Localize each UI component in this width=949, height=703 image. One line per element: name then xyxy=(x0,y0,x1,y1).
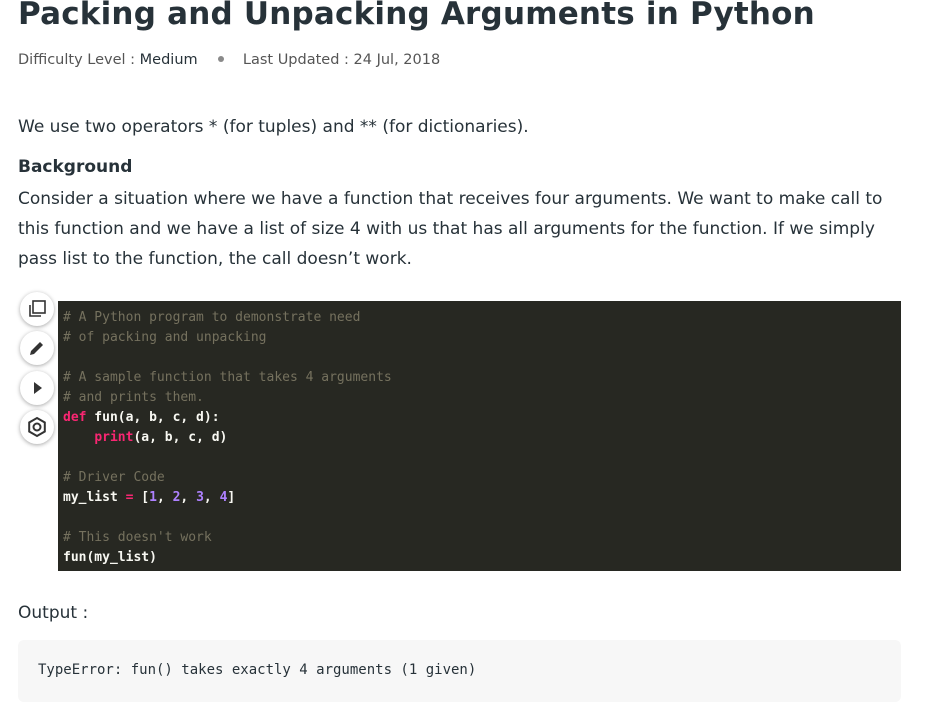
code-comment: # This doesn't work xyxy=(63,530,212,545)
code-text: my_list xyxy=(63,490,126,505)
code-comment: # and prints them. xyxy=(63,390,204,405)
code-comment: # of packing and unpacking xyxy=(63,330,267,345)
code-text: fun(a, b, c, d): xyxy=(86,410,220,425)
code-text: [ xyxy=(133,490,150,505)
output-label: Output : xyxy=(18,603,89,623)
code-number: 1 xyxy=(149,490,157,505)
code-comment: # A Python program to demonstrate need xyxy=(63,310,361,325)
code-line-def: def fun(a, b, c, d): xyxy=(63,408,896,428)
code-text: (a, b, c, d) xyxy=(133,430,228,445)
difficulty-label: Difficulty Level : xyxy=(18,52,136,68)
code-line-call: fun(my_list) xyxy=(63,550,157,565)
code-settings-button[interactable] xyxy=(20,410,54,444)
code-comment: # A sample function that takes 4 argumen… xyxy=(63,370,392,385)
updated-label: Last Updated : xyxy=(242,52,349,68)
meta-separator-dot xyxy=(218,56,225,62)
code-text: ] xyxy=(227,490,236,505)
run-icon xyxy=(34,382,42,394)
background-paragraph: Consider a situation where we have a fun… xyxy=(18,189,883,269)
copy-code-button[interactable] xyxy=(20,292,54,326)
difficulty-value[interactable]: Medium xyxy=(140,52,198,68)
intro-paragraph: We use two operators * (for tuples) and … xyxy=(18,117,529,137)
code-comment: # Driver Code xyxy=(63,470,165,485)
run-code-button[interactable] xyxy=(20,371,54,405)
updated-value: 24 Jul, 2018 xyxy=(353,52,441,68)
edit-icon xyxy=(30,342,43,355)
code-text: , xyxy=(180,490,197,505)
code-text: , xyxy=(156,490,173,505)
code-keyword: def xyxy=(63,410,87,425)
copy-icon xyxy=(29,300,46,317)
settings-icon xyxy=(28,416,46,438)
edit-code-button[interactable] xyxy=(20,331,54,365)
code-keyword: print xyxy=(94,430,134,445)
code-number: 3 xyxy=(196,490,204,505)
code-line-print: print(a, b, c, d) xyxy=(63,428,896,448)
code-block[interactable]: # A Python program to demonstrate need #… xyxy=(58,301,901,571)
code-line-list: my_list = [1, 2, 3, 4] xyxy=(63,488,896,508)
article-meta: Difficulty Level : Medium Last Updated :… xyxy=(18,52,440,68)
article-title: Packing and Unpacking Arguments in Pytho… xyxy=(18,0,815,32)
background-heading: Background xyxy=(18,157,133,177)
output-box: TypeError: fun() takes exactly 4 argumen… xyxy=(18,640,901,702)
code-text: , xyxy=(203,490,220,505)
